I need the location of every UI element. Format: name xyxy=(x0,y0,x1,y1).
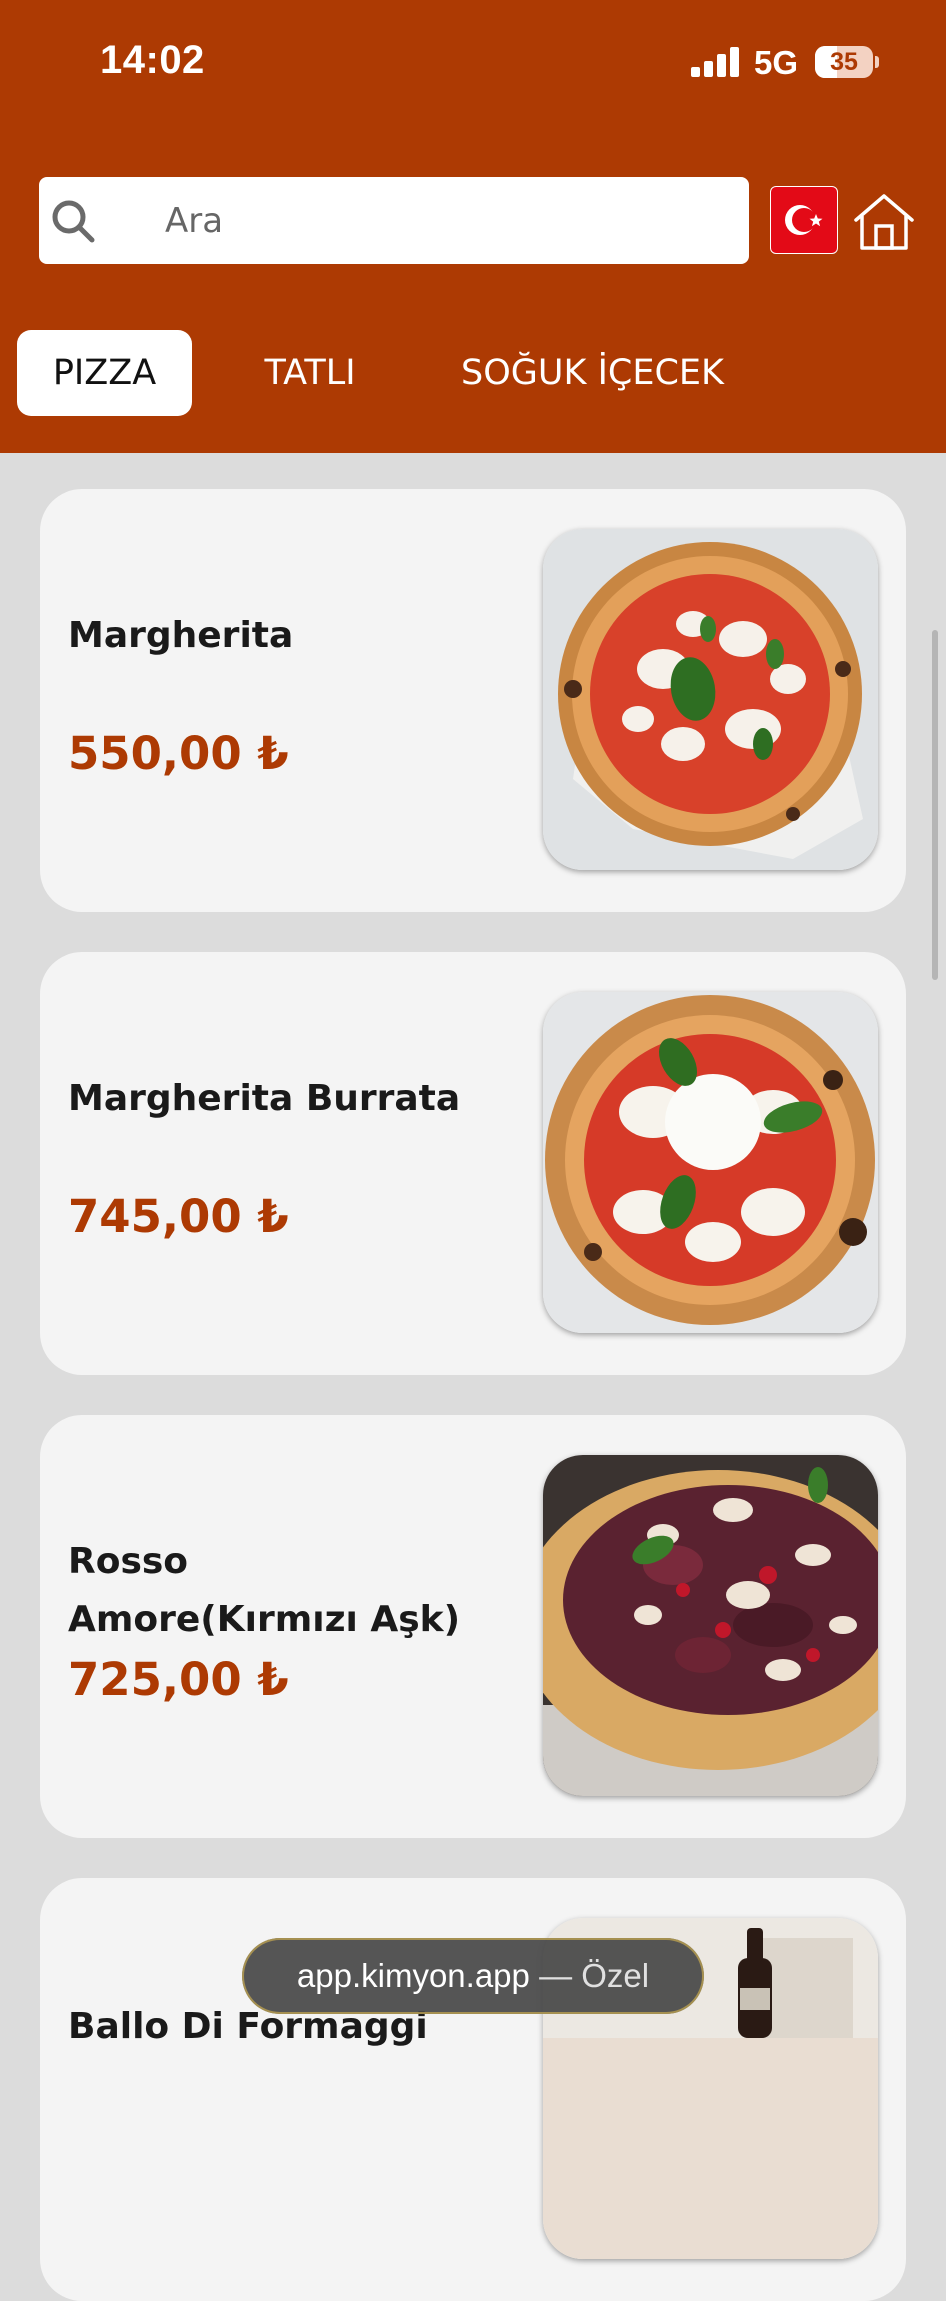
turkey-flag-icon xyxy=(785,205,823,235)
search-input[interactable] xyxy=(125,177,725,264)
browser-address-pill[interactable]: app.kimyon.app — Özel xyxy=(242,1938,704,2014)
battery-level: 35 xyxy=(830,48,858,76)
signal-icon xyxy=(691,47,741,77)
tab-pizza[interactable]: PIZZA xyxy=(17,330,192,416)
menu-item-name: Margherita Burrata xyxy=(68,1078,461,1119)
rosso-amore-pizza-photo[interactable] xyxy=(543,1455,878,1796)
language-button[interactable] xyxy=(770,186,838,254)
menu-item-card[interactable]: Rosso Amore(Kırmızı Aşk) 725,00 ₺ xyxy=(40,1415,906,1838)
menu-item-card[interactable]: Margherita Burrata 745,00 ₺ xyxy=(40,952,906,1375)
scrollbar[interactable] xyxy=(932,630,938,980)
app-header: 14:02 5G 35 PIZZA TATLI SOĞUK İÇECEK xyxy=(0,0,946,453)
status-time: 14:02 xyxy=(100,38,205,82)
tab-soguk-icecek[interactable]: SOĞUK İÇECEK xyxy=(460,330,725,416)
battery-tip xyxy=(875,56,879,68)
margherita-pizza-photo[interactable] xyxy=(543,529,878,870)
menu-item-price: 745,00 ₺ xyxy=(68,1190,289,1243)
home-icon[interactable] xyxy=(852,190,916,254)
tab-tatli[interactable]: TATLI xyxy=(245,330,375,416)
menu-item-price: 725,00 ₺ xyxy=(68,1653,289,1706)
menu-item-name: Margherita xyxy=(68,615,294,656)
margherita-burrata-pizza-photo[interactable] xyxy=(543,992,878,1333)
browser-url: app.kimyon.app xyxy=(296,1957,530,1994)
network-type: 5G xyxy=(754,44,799,81)
search-icon xyxy=(52,200,95,243)
search-bar[interactable] xyxy=(39,177,749,264)
menu-item-name: Rosso Amore(Kırmızı Aşk) xyxy=(68,1541,461,1640)
menu-item-card[interactable]: Margherita 550,00 ₺ xyxy=(40,489,906,912)
menu-item-price: 550,00 ₺ xyxy=(68,727,289,780)
battery-icon: 35 xyxy=(815,46,873,78)
browser-private-mode: — Özel xyxy=(539,1957,650,1994)
